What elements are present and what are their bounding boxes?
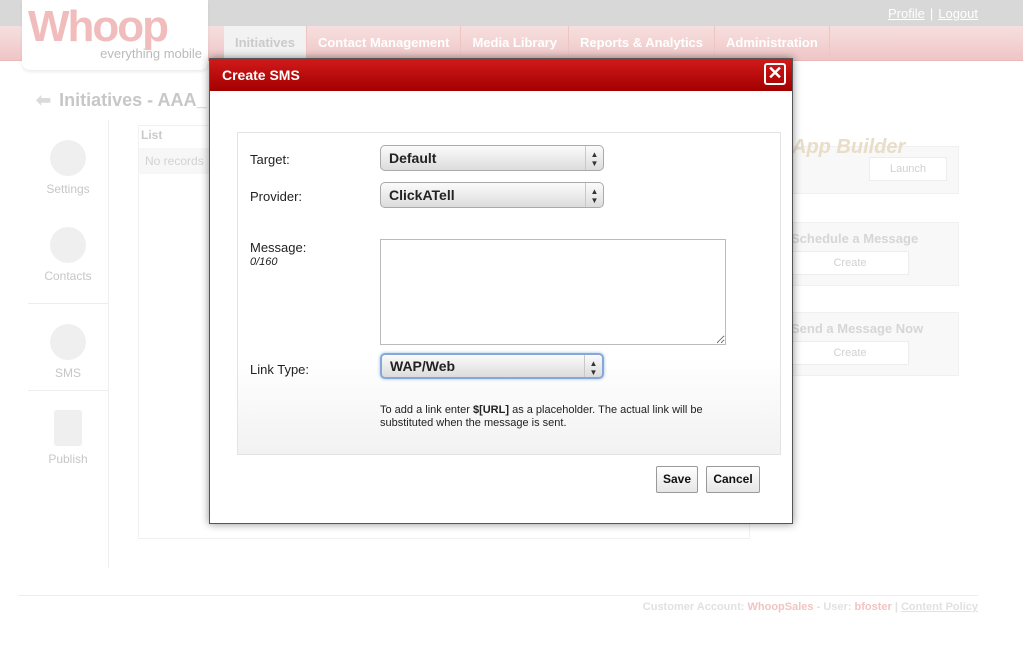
hint-placeholder: $[URL]: [472, 404, 510, 416]
hint-prefix: To add a link enter: [380, 404, 473, 416]
provider-label: Provider:: [250, 189, 303, 204]
provider-value: ClickATell: [389, 187, 455, 203]
dialog-title: Create SMS: [222, 67, 300, 83]
select-arrows-icon: ▲ ▼: [585, 146, 603, 170]
select-arrows-icon: ▲ ▼: [584, 355, 602, 377]
message-counter: 0/160: [250, 256, 278, 268]
target-select[interactable]: Default ▲ ▼: [380, 145, 604, 171]
link-type-value: WAP/Web: [390, 358, 456, 374]
link-hint: To add a link enter $[URL] as a placehol…: [380, 404, 740, 430]
provider-select[interactable]: ClickATell ▲ ▼: [380, 182, 604, 208]
target-label: Target:: [250, 152, 290, 167]
message-textarea[interactable]: [380, 239, 726, 345]
create-sms-dialog: Create SMS ✕ Target: Default ▲ ▼ Provider…: [209, 58, 793, 524]
dialog-header: Create SMS ✕: [210, 59, 792, 91]
close-icon[interactable]: ✕: [764, 63, 786, 85]
target-value: Default: [389, 150, 437, 166]
link-type-label: Link Type:: [250, 362, 310, 377]
message-label: Message:: [250, 240, 307, 255]
link-type-select[interactable]: WAP/Web ▲ ▼: [380, 353, 604, 379]
cancel-button[interactable]: Cancel: [706, 466, 760, 493]
sms-form: Target: Default ▲ ▼ Provider: ClickATell …: [237, 132, 781, 455]
select-arrows-icon: ▲ ▼: [585, 183, 603, 207]
save-button[interactable]: Save: [656, 466, 698, 493]
